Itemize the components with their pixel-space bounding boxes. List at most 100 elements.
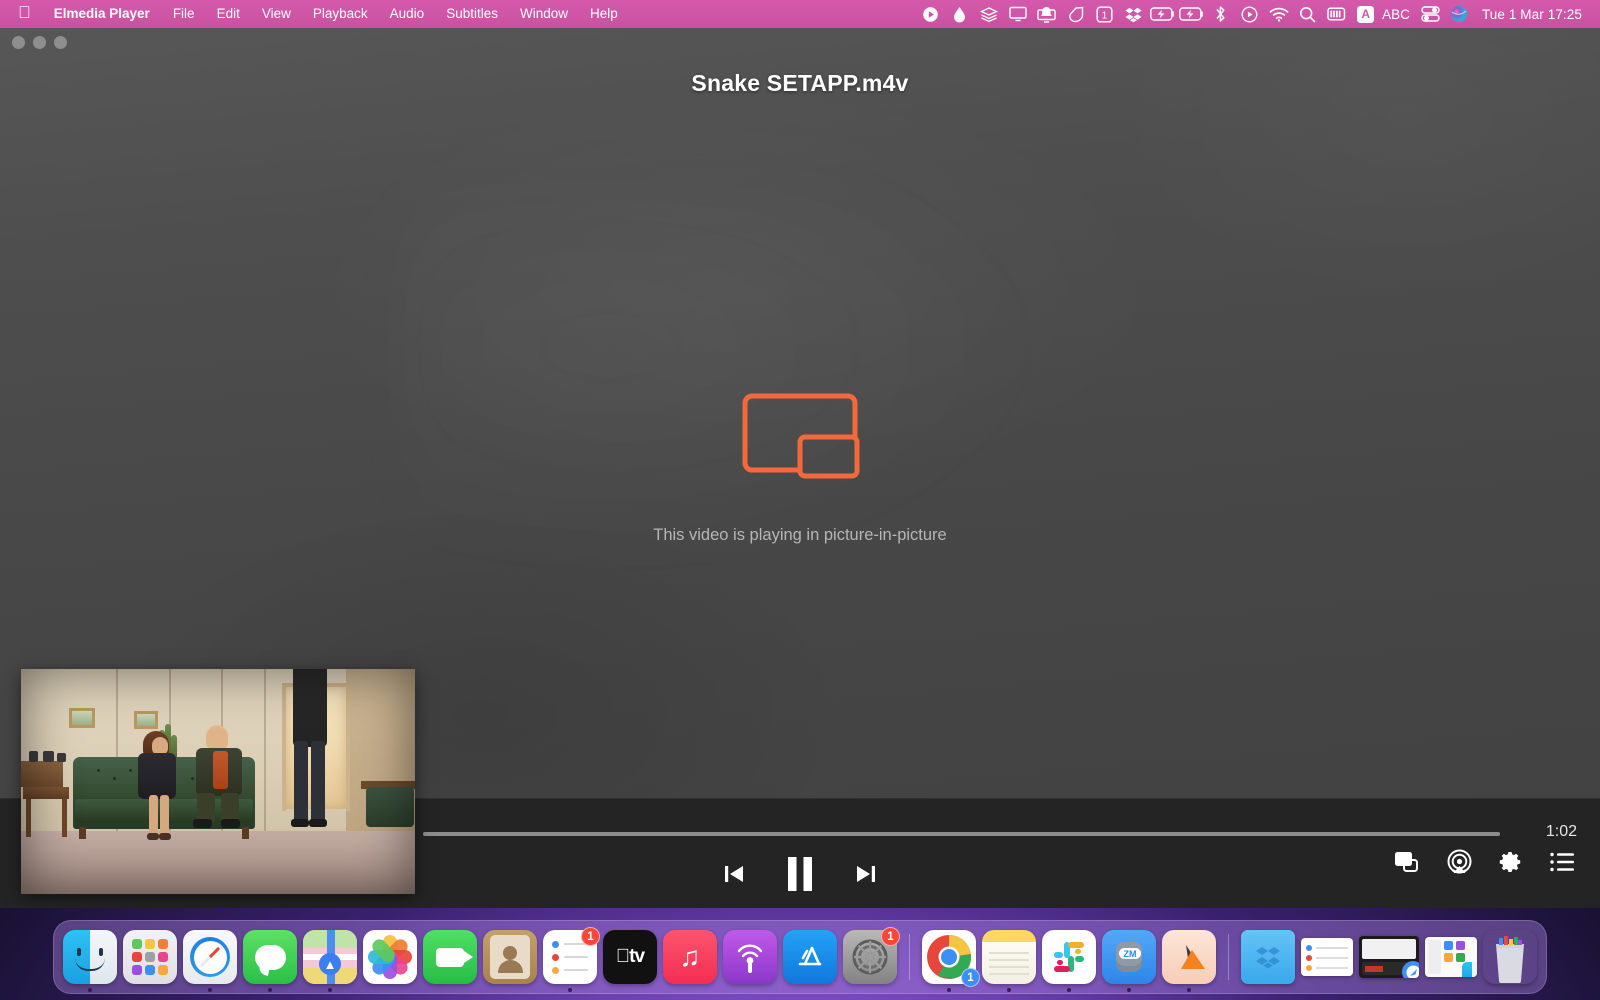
running-indicator bbox=[1127, 988, 1131, 992]
dock-separator bbox=[1228, 934, 1229, 980]
dock-item-launchpad[interactable] bbox=[123, 930, 177, 984]
progress-bar-fill bbox=[423, 832, 1500, 836]
dock-item-photos[interactable] bbox=[363, 930, 417, 984]
dock-item-messages[interactable] bbox=[243, 930, 297, 984]
dock-separator bbox=[909, 934, 910, 980]
maps-icon: ▲ bbox=[303, 930, 357, 984]
running-indicator bbox=[88, 988, 92, 992]
picture-in-picture-video-thumbnail[interactable] bbox=[21, 669, 415, 894]
menu-view[interactable]: View bbox=[251, 0, 302, 28]
launchpad-icon bbox=[123, 930, 177, 984]
picture-in-picture-button[interactable] bbox=[1394, 851, 1420, 873]
notes-icon bbox=[982, 930, 1036, 984]
input-source-badge[interactable]: A bbox=[1351, 0, 1380, 28]
apple-tv-icon: tv bbox=[603, 930, 657, 984]
window-title: Snake SETAPP.m4v bbox=[0, 70, 1600, 97]
playlist-button[interactable] bbox=[1550, 852, 1574, 872]
minimize-button[interactable] bbox=[33, 36, 46, 49]
menu-playback[interactable]: Playback bbox=[302, 0, 379, 28]
minimized-finder-window[interactable] bbox=[1425, 937, 1477, 977]
running-indicator bbox=[268, 988, 272, 992]
input-source-letter: A bbox=[1357, 6, 1374, 23]
running-indicator bbox=[947, 988, 951, 992]
bluetooth-icon[interactable] bbox=[1206, 0, 1235, 28]
dropbox-folder-icon bbox=[1241, 930, 1295, 984]
video-scene bbox=[21, 669, 415, 894]
podcasts-icon bbox=[723, 930, 777, 984]
battery-charging-icon[interactable] bbox=[1148, 0, 1177, 28]
dock-item-facetime[interactable] bbox=[423, 930, 477, 984]
progress-bar[interactable] bbox=[423, 832, 1500, 836]
zoom-icon: ZM bbox=[1102, 930, 1156, 984]
dock-item-notes[interactable] bbox=[982, 930, 1036, 984]
badge-count: 1 bbox=[881, 927, 900, 946]
dock-item-elmedia-player[interactable] bbox=[1162, 930, 1216, 984]
battery-meter-icon[interactable] bbox=[1322, 0, 1351, 28]
notification-display-icon[interactable] bbox=[1032, 0, 1061, 28]
play-circle-small-icon[interactable] bbox=[1235, 0, 1264, 28]
slack-icon bbox=[1042, 930, 1096, 984]
display-icon[interactable] bbox=[1003, 0, 1032, 28]
dock-item-music[interactable]: ♫ bbox=[663, 930, 717, 984]
layers-icon[interactable] bbox=[974, 0, 1003, 28]
previous-button[interactable] bbox=[717, 857, 751, 891]
search-icon[interactable] bbox=[1293, 0, 1322, 28]
elmedia-player-window[interactable]: Snake SETAPP.m4v This video is playing i… bbox=[0, 28, 1600, 908]
window-traffic-lights bbox=[12, 36, 67, 49]
settings-button[interactable] bbox=[1499, 850, 1523, 874]
minimized-reminders-window[interactable] bbox=[1301, 938, 1353, 976]
play-circle-icon[interactable] bbox=[916, 0, 945, 28]
menu-audio[interactable]: Audio bbox=[379, 0, 436, 28]
dock-item-contacts[interactable] bbox=[483, 930, 537, 984]
next-button[interactable] bbox=[849, 857, 883, 891]
dock-item-trash[interactable] bbox=[1483, 930, 1537, 984]
minimized-safari-window[interactable] bbox=[1359, 936, 1419, 978]
app-store-icon bbox=[783, 930, 837, 984]
elmedia-player-icon bbox=[1162, 930, 1216, 984]
trash-icon bbox=[1483, 930, 1537, 984]
dock-item-reminders[interactable]: 1 bbox=[543, 930, 597, 984]
finder-icon bbox=[63, 930, 117, 984]
menu-window[interactable]: Window bbox=[509, 0, 579, 28]
photos-icon bbox=[363, 930, 417, 984]
maximize-button[interactable] bbox=[54, 36, 67, 49]
dock-item-maps[interactable]: ▲ bbox=[303, 930, 357, 984]
airplay-button[interactable] bbox=[1447, 849, 1472, 874]
menu-bar-status-items: 1 bbox=[916, 0, 1590, 28]
apple-logo-icon[interactable]:  bbox=[14, 0, 44, 27]
droplet-icon[interactable] bbox=[945, 0, 974, 28]
dock-item-apple-tv[interactable]: tv bbox=[603, 930, 657, 984]
menu-edit[interactable]: Edit bbox=[206, 0, 251, 28]
dock-item-slack[interactable] bbox=[1042, 930, 1096, 984]
menu-file[interactable]: File bbox=[162, 0, 206, 28]
siri-icon[interactable] bbox=[1445, 0, 1474, 28]
facetime-icon bbox=[423, 930, 477, 984]
running-indicator bbox=[328, 988, 332, 992]
dock-item-system-preferences[interactable]: 1 bbox=[843, 930, 897, 984]
running-indicator bbox=[1187, 988, 1191, 992]
control-center-icon[interactable] bbox=[1416, 0, 1445, 28]
shield-tag-icon[interactable] bbox=[1061, 0, 1090, 28]
safari-icon bbox=[183, 930, 237, 984]
pause-button[interactable] bbox=[779, 851, 821, 897]
menu-app-name[interactable]: Elmedia Player bbox=[44, 0, 162, 28]
close-button[interactable] bbox=[12, 36, 25, 49]
dock-item-google-chrome[interactable]: 1 bbox=[922, 930, 976, 984]
battery-charging-icon-2[interactable] bbox=[1177, 0, 1206, 28]
badge-count: 1 bbox=[581, 927, 600, 946]
dock-item-podcasts[interactable] bbox=[723, 930, 777, 984]
dock-item-app-store[interactable] bbox=[783, 930, 837, 984]
music-icon: ♫ bbox=[663, 930, 717, 984]
dropbox-icon[interactable] bbox=[1119, 0, 1148, 28]
one-box-icon[interactable]: 1 bbox=[1090, 0, 1119, 28]
dock-item-dropbox-folder[interactable] bbox=[1241, 930, 1295, 984]
dock-item-zoom[interactable]: ZM bbox=[1102, 930, 1156, 984]
dock-item-safari[interactable] bbox=[183, 930, 237, 984]
wifi-icon[interactable] bbox=[1264, 0, 1293, 28]
menu-help[interactable]: Help bbox=[579, 0, 629, 28]
menu-bar-clock[interactable]: Tue 1 Mar 17:25 bbox=[1474, 7, 1590, 22]
input-source-label[interactable]: ABC bbox=[1380, 7, 1416, 22]
running-indicator bbox=[1007, 988, 1011, 992]
dock-item-finder[interactable] bbox=[63, 930, 117, 984]
menu-subtitles[interactable]: Subtitles bbox=[435, 0, 509, 28]
